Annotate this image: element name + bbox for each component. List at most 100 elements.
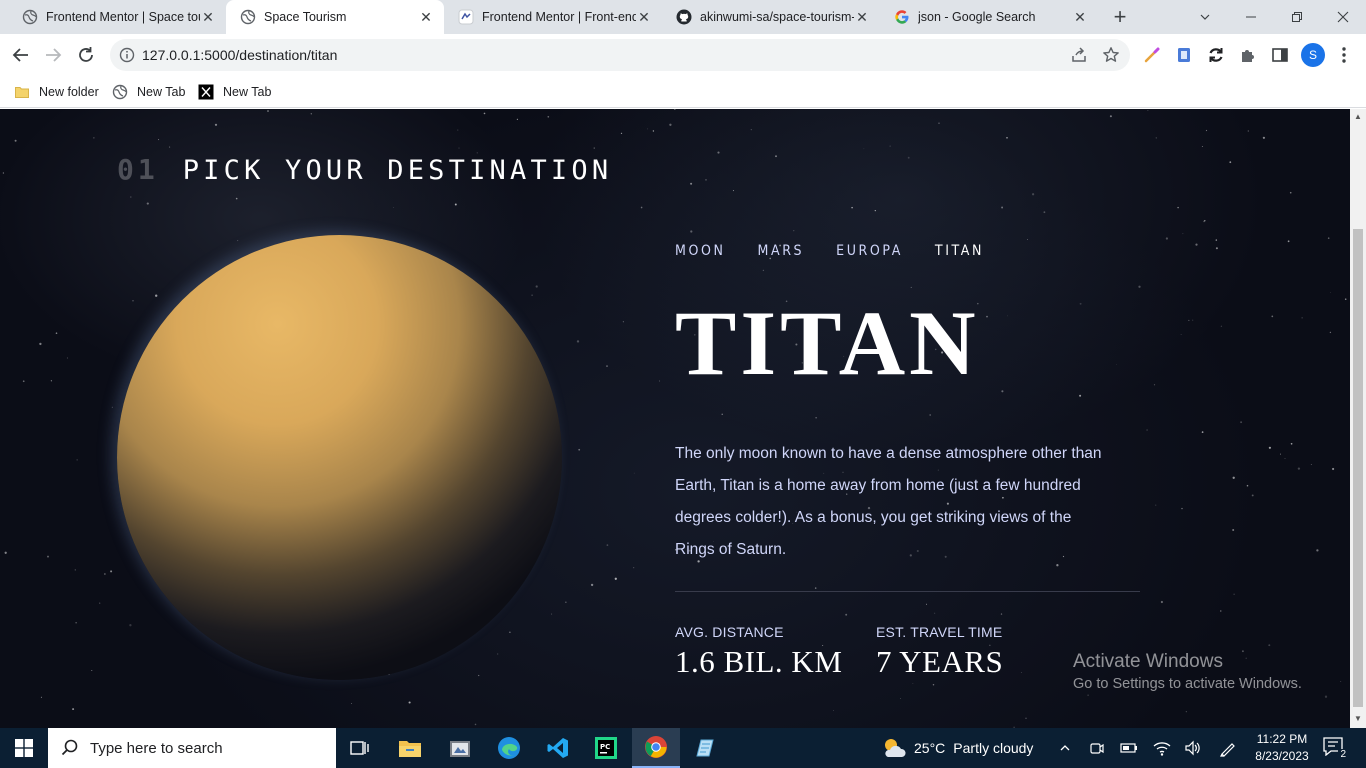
titan-planet-image xyxy=(117,235,562,680)
frontend-mentor-icon xyxy=(458,9,474,25)
globe-icon xyxy=(240,9,256,25)
close-tab-icon[interactable]: ✕ xyxy=(418,9,434,25)
close-tab-icon[interactable]: ✕ xyxy=(854,9,870,25)
notepad-icon[interactable] xyxy=(681,728,729,768)
activate-windows-watermark: Activate Windows Go to Settings to activ… xyxy=(1073,651,1302,692)
battery-icon[interactable] xyxy=(1119,738,1139,758)
kebab-menu-icon[interactable] xyxy=(1334,45,1354,65)
wifi-icon[interactable] xyxy=(1152,738,1172,758)
show-hidden-icons-chevron-icon[interactable] xyxy=(1055,738,1075,758)
taskbar-search-placeholder: Type here to search xyxy=(90,739,223,757)
site-info-icon[interactable] xyxy=(119,47,135,63)
watermark-subtitle: Go to Settings to activate Windows. xyxy=(1073,676,1302,692)
notification-count: 2 xyxy=(1338,749,1348,760)
color-picker-extension-icon[interactable] xyxy=(1142,45,1162,65)
tab-title: Space Tourism xyxy=(264,10,347,24)
globe-icon xyxy=(112,84,128,100)
windows-taskbar: Type here to search PC 25°C Partly cloud… xyxy=(0,728,1366,768)
extensions-puzzle-icon[interactable] xyxy=(1238,45,1258,65)
stat-label: EST. TRAVEL TIME xyxy=(876,624,1003,640)
x-logo-icon xyxy=(198,84,214,100)
clock-time: 11:22 PM xyxy=(1256,732,1308,746)
edge-browser-icon[interactable] xyxy=(485,728,533,768)
url-text[interactable]: 127.0.0.1:5000/destination/titan xyxy=(142,47,337,63)
browser-tabstrip: Frontend Mentor | Space tou ✕ Space Tour… xyxy=(0,0,1366,34)
browser-tab[interactable]: akinwumi-sa/space-tourism- ✕ xyxy=(662,0,880,34)
page-heading: 01 PICK YOUR DESTINATION xyxy=(117,153,612,186)
close-window-button[interactable] xyxy=(1320,0,1366,34)
destination-name: TITAN xyxy=(675,292,980,394)
tab-title: Frontend Mentor | Front-end xyxy=(482,10,636,24)
scroll-down-arrow-icon[interactable]: ▼ xyxy=(1354,715,1362,723)
divider xyxy=(675,591,1140,592)
sync-extension-icon[interactable] xyxy=(1206,45,1226,65)
close-tab-icon[interactable]: ✕ xyxy=(1072,9,1088,25)
bookmark-item[interactable]: New Tab xyxy=(112,82,185,102)
tab-titan[interactable]: TITAN xyxy=(935,243,984,271)
bookmark-label: New Tab xyxy=(223,85,272,99)
globe-icon xyxy=(22,9,38,25)
stat-distance: AVG. DISTANCE 1.6 BIL. KM xyxy=(675,624,842,680)
browser-tab[interactable]: json - Google Search ✕ xyxy=(880,0,1098,34)
meet-now-icon[interactable] xyxy=(1087,738,1107,758)
search-icon xyxy=(61,739,78,756)
scroll-up-arrow-icon[interactable]: ▲ xyxy=(1354,113,1362,121)
back-arrow-icon[interactable] xyxy=(8,42,34,68)
clipboard-extension-icon[interactable] xyxy=(1174,45,1194,65)
page-scrollbar[interactable]: ▲ ▼ xyxy=(1350,109,1366,728)
pen-workspace-icon[interactable] xyxy=(1218,738,1238,758)
windows-start-icon[interactable] xyxy=(0,728,48,768)
forward-arrow-icon[interactable] xyxy=(40,42,66,68)
tab-title: akinwumi-sa/space-tourism- xyxy=(700,10,854,24)
weather-temperature: 25°C xyxy=(914,740,946,756)
close-tab-icon[interactable]: ✕ xyxy=(200,9,216,25)
stat-value: 7 YEARS xyxy=(876,644,1004,679)
file-explorer-icon[interactable] xyxy=(386,728,434,768)
bookmark-item[interactable]: New Tab xyxy=(198,82,271,102)
browser-tab[interactable]: Frontend Mentor | Front-end ✕ xyxy=(444,0,662,34)
notification-center-icon[interactable]: 2 xyxy=(1322,736,1348,760)
stat-travel-time: EST. TRAVEL TIME 7 YEARS xyxy=(876,624,1003,680)
share-icon[interactable] xyxy=(1070,46,1088,64)
bookmark-star-icon[interactable] xyxy=(1102,46,1120,64)
tab-moon[interactable]: MOON xyxy=(675,243,726,271)
reload-icon[interactable] xyxy=(73,42,99,68)
restore-window-button[interactable] xyxy=(1274,0,1320,34)
github-icon xyxy=(676,9,692,25)
photo-app-icon[interactable] xyxy=(436,728,484,768)
scrollbar-thumb[interactable] xyxy=(1353,229,1363,707)
destination-description: The only moon known to have a dense atmo… xyxy=(675,445,1102,558)
side-panel-icon[interactable] xyxy=(1270,45,1290,65)
bookmark-label: New folder xyxy=(39,85,99,99)
bookmarks-bar: New folder New Tab New Tab xyxy=(0,76,1366,108)
browser-tab-active[interactable]: Space Tourism ✕ xyxy=(226,0,444,34)
tab-europa[interactable]: EUROPA xyxy=(836,243,903,271)
weather-description: Partly cloudy xyxy=(953,740,1034,756)
heading-text: PICK YOUR DESTINATION xyxy=(182,155,613,186)
pycharm-icon[interactable]: PC xyxy=(582,728,630,768)
weather-widget[interactable]: 25°C Partly cloudy xyxy=(880,728,1033,768)
browser-tab[interactable]: Frontend Mentor | Space tou ✕ xyxy=(8,0,226,34)
vscode-icon[interactable] xyxy=(534,728,582,768)
minimize-window-button[interactable] xyxy=(1228,0,1274,34)
chrome-icon[interactable] xyxy=(632,728,680,768)
stat-value: 1.6 BIL. KM xyxy=(675,644,843,679)
volume-icon[interactable] xyxy=(1183,738,1203,758)
clock-date: 8/23/2023 xyxy=(1255,749,1309,763)
tab-search-chevron-icon[interactable] xyxy=(1182,0,1228,34)
page-viewport: 01 PICK YOUR DESTINATION MOON MARS EUROP… xyxy=(0,109,1350,728)
folder-icon xyxy=(14,84,30,100)
bookmark-item[interactable]: New folder xyxy=(14,82,99,102)
stat-label: AVG. DISTANCE xyxy=(675,624,784,640)
task-view-icon[interactable] xyxy=(336,728,384,768)
address-bar[interactable]: 127.0.0.1:5000/destination/titan xyxy=(110,39,1130,71)
tab-mars[interactable]: MARS xyxy=(758,243,805,271)
close-tab-icon[interactable]: ✕ xyxy=(636,9,652,25)
watermark-title: Activate Windows xyxy=(1073,651,1223,672)
google-icon xyxy=(894,9,910,25)
system-clock[interactable]: 11:22 PM 8/23/2023 xyxy=(1254,731,1310,765)
browser-toolbar: 127.0.0.1:5000/destination/titan S xyxy=(0,34,1366,76)
taskbar-search[interactable]: Type here to search xyxy=(48,728,336,768)
new-tab-button[interactable]: + xyxy=(1108,4,1132,29)
profile-avatar[interactable]: S xyxy=(1301,43,1325,67)
